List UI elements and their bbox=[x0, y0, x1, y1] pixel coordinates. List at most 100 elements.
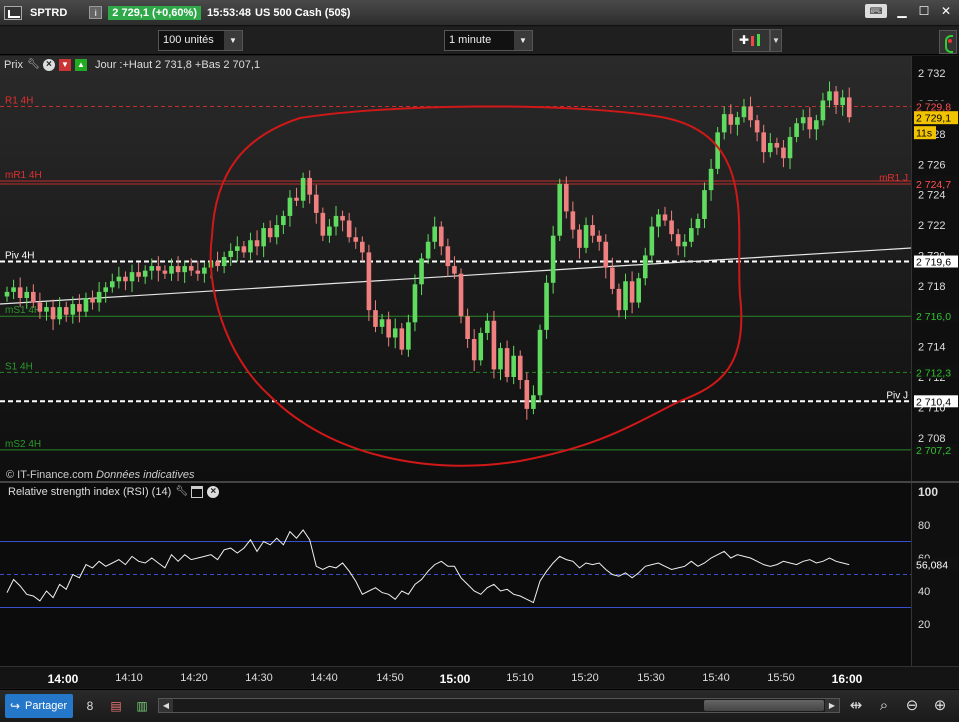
time-tick-label: 14:30 bbox=[245, 672, 273, 684]
rsi-chart-svg[interactable] bbox=[0, 483, 911, 666]
candle bbox=[129, 264, 135, 293]
candle-body bbox=[215, 261, 220, 267]
candle bbox=[544, 275, 549, 339]
rsi-axis[interactable]: 1008060402056,084 bbox=[911, 483, 959, 666]
candle bbox=[471, 329, 477, 372]
candle-body bbox=[603, 241, 609, 268]
sell-icon[interactable]: ▼ bbox=[58, 59, 71, 71]
candle-body bbox=[846, 97, 852, 118]
scroll-left-icon[interactable]: ◀ bbox=[159, 699, 173, 712]
minimize-button[interactable]: ▁ bbox=[895, 4, 909, 18]
wrench-icon[interactable]: 🔧︎ bbox=[27, 59, 40, 71]
units-dropdown[interactable]: 100 unités ▼ bbox=[158, 30, 243, 51]
rsi-pane[interactable]: Relative strength index (RSI) (14) 🔧︎ × bbox=[0, 483, 911, 666]
drawing-tools-button[interactable]: ✚ bbox=[732, 29, 770, 52]
wrench-icon[interactable]: 🔧︎ bbox=[175, 486, 188, 498]
maximize-button[interactable]: ☐ bbox=[917, 4, 931, 18]
rsi-tick-label: 40 bbox=[918, 586, 930, 598]
instrument-name: US 500 Cash (50$) bbox=[255, 6, 351, 19]
candle bbox=[406, 314, 411, 357]
close-icon[interactable]: × bbox=[207, 486, 220, 498]
candle-body bbox=[570, 211, 576, 230]
magnet-icon[interactable] bbox=[939, 30, 957, 54]
buy-icon[interactable]: ▲ bbox=[74, 59, 87, 71]
candle bbox=[616, 283, 622, 318]
candle-body bbox=[149, 266, 155, 271]
zoom-fit-icon[interactable]: ⌕ bbox=[874, 696, 894, 716]
candle-body bbox=[761, 132, 766, 153]
time-tick-label: 15:20 bbox=[571, 672, 599, 684]
time-tick-label: 14:50 bbox=[376, 672, 404, 684]
candle-body bbox=[373, 310, 378, 327]
candle bbox=[649, 216, 655, 265]
candle-body bbox=[366, 252, 372, 311]
candle bbox=[109, 273, 115, 293]
chart-app-icon[interactable] bbox=[4, 5, 22, 20]
auto-scroll-icon[interactable]: ⇹ bbox=[846, 696, 866, 716]
price-chart-svg[interactable]: R1 4H mR1 4H mR1 J Piv 4H mS1 4H S1 4H Piv J mS… bbox=[0, 56, 912, 482]
window-icon[interactable] bbox=[191, 486, 204, 498]
candles-icon[interactable]: ▥ bbox=[134, 697, 150, 715]
candle-body bbox=[24, 291, 30, 298]
level-tag: 2 724,7 bbox=[916, 179, 951, 191]
candle bbox=[90, 290, 95, 310]
candle-body bbox=[774, 143, 780, 148]
level-label: Piv J bbox=[886, 390, 908, 401]
candle-body bbox=[590, 225, 595, 236]
price-chart-pane[interactable]: R1 4H mR1 4H mR1 J Piv 4H mS1 4H S1 4H Piv J mS… bbox=[0, 56, 912, 482]
level-label: mR1 J bbox=[879, 173, 908, 184]
keyboard-icon[interactable]: ⌨ bbox=[865, 4, 887, 18]
candle bbox=[4, 286, 10, 302]
candle-body bbox=[63, 307, 69, 315]
level-tag: 2 710,4 bbox=[916, 396, 951, 408]
candle-body bbox=[313, 194, 319, 213]
chart-type-icon[interactable]: 8 bbox=[82, 697, 98, 715]
candle-body bbox=[406, 322, 411, 350]
candle-body bbox=[327, 226, 332, 236]
scroll-right-icon[interactable]: ▶ bbox=[825, 699, 839, 712]
time-axis[interactable]: 14:00 14:10 14:20 14:30 14:40 14:50 15:00 15:10… bbox=[0, 666, 959, 688]
drawing-tools-menu[interactable]: ▼ bbox=[770, 29, 782, 52]
candle-body bbox=[787, 136, 793, 159]
indicator-list-icon[interactable]: ▤ bbox=[108, 697, 124, 715]
candle bbox=[313, 184, 319, 224]
candle-body bbox=[452, 266, 457, 274]
close-icon[interactable]: × bbox=[42, 59, 55, 71]
scroll-thumb[interactable] bbox=[704, 700, 824, 711]
candle-body bbox=[438, 226, 444, 247]
zoom-out-icon[interactable]: ⊖ bbox=[902, 696, 922, 716]
candle bbox=[682, 234, 688, 258]
price-tick-label: 2 708 bbox=[918, 433, 946, 445]
candle-body bbox=[4, 291, 10, 297]
candle bbox=[136, 262, 141, 283]
candle-body bbox=[794, 123, 799, 137]
share-button[interactable]: Partager bbox=[5, 694, 73, 718]
candle-body bbox=[517, 355, 523, 381]
candle-body bbox=[116, 276, 122, 282]
info-icon[interactable]: i bbox=[89, 6, 103, 19]
candle bbox=[754, 114, 760, 142]
candle bbox=[465, 308, 470, 348]
timeframe-dropdown[interactable]: 1 minute ▼ bbox=[444, 30, 533, 51]
candle bbox=[438, 221, 444, 256]
candle bbox=[11, 279, 16, 300]
level-label: S1 4H bbox=[5, 361, 33, 372]
candle bbox=[57, 297, 62, 325]
candle-body bbox=[583, 225, 589, 248]
candle bbox=[610, 257, 615, 295]
candle-body bbox=[721, 114, 727, 133]
candle-icon bbox=[751, 36, 754, 46]
candle bbox=[353, 227, 359, 249]
candle-body bbox=[820, 100, 826, 121]
close-button[interactable]: ✕ bbox=[939, 4, 953, 18]
time-scrollbar[interactable]: ◀ ▶ bbox=[158, 698, 840, 713]
price-axis[interactable]: 2 7322 7302 7282 7262 7242 7222 7202 718… bbox=[911, 56, 959, 482]
candle-body bbox=[188, 266, 194, 271]
candle bbox=[267, 220, 273, 243]
candle-body bbox=[471, 339, 477, 361]
window-controls: ⌨ ▁ ☐ ✕ bbox=[865, 4, 953, 18]
candle-body bbox=[432, 226, 437, 242]
zoom-in-icon[interactable]: ⊕ bbox=[930, 696, 950, 716]
candle-body bbox=[735, 117, 740, 125]
candle-body bbox=[741, 106, 747, 118]
